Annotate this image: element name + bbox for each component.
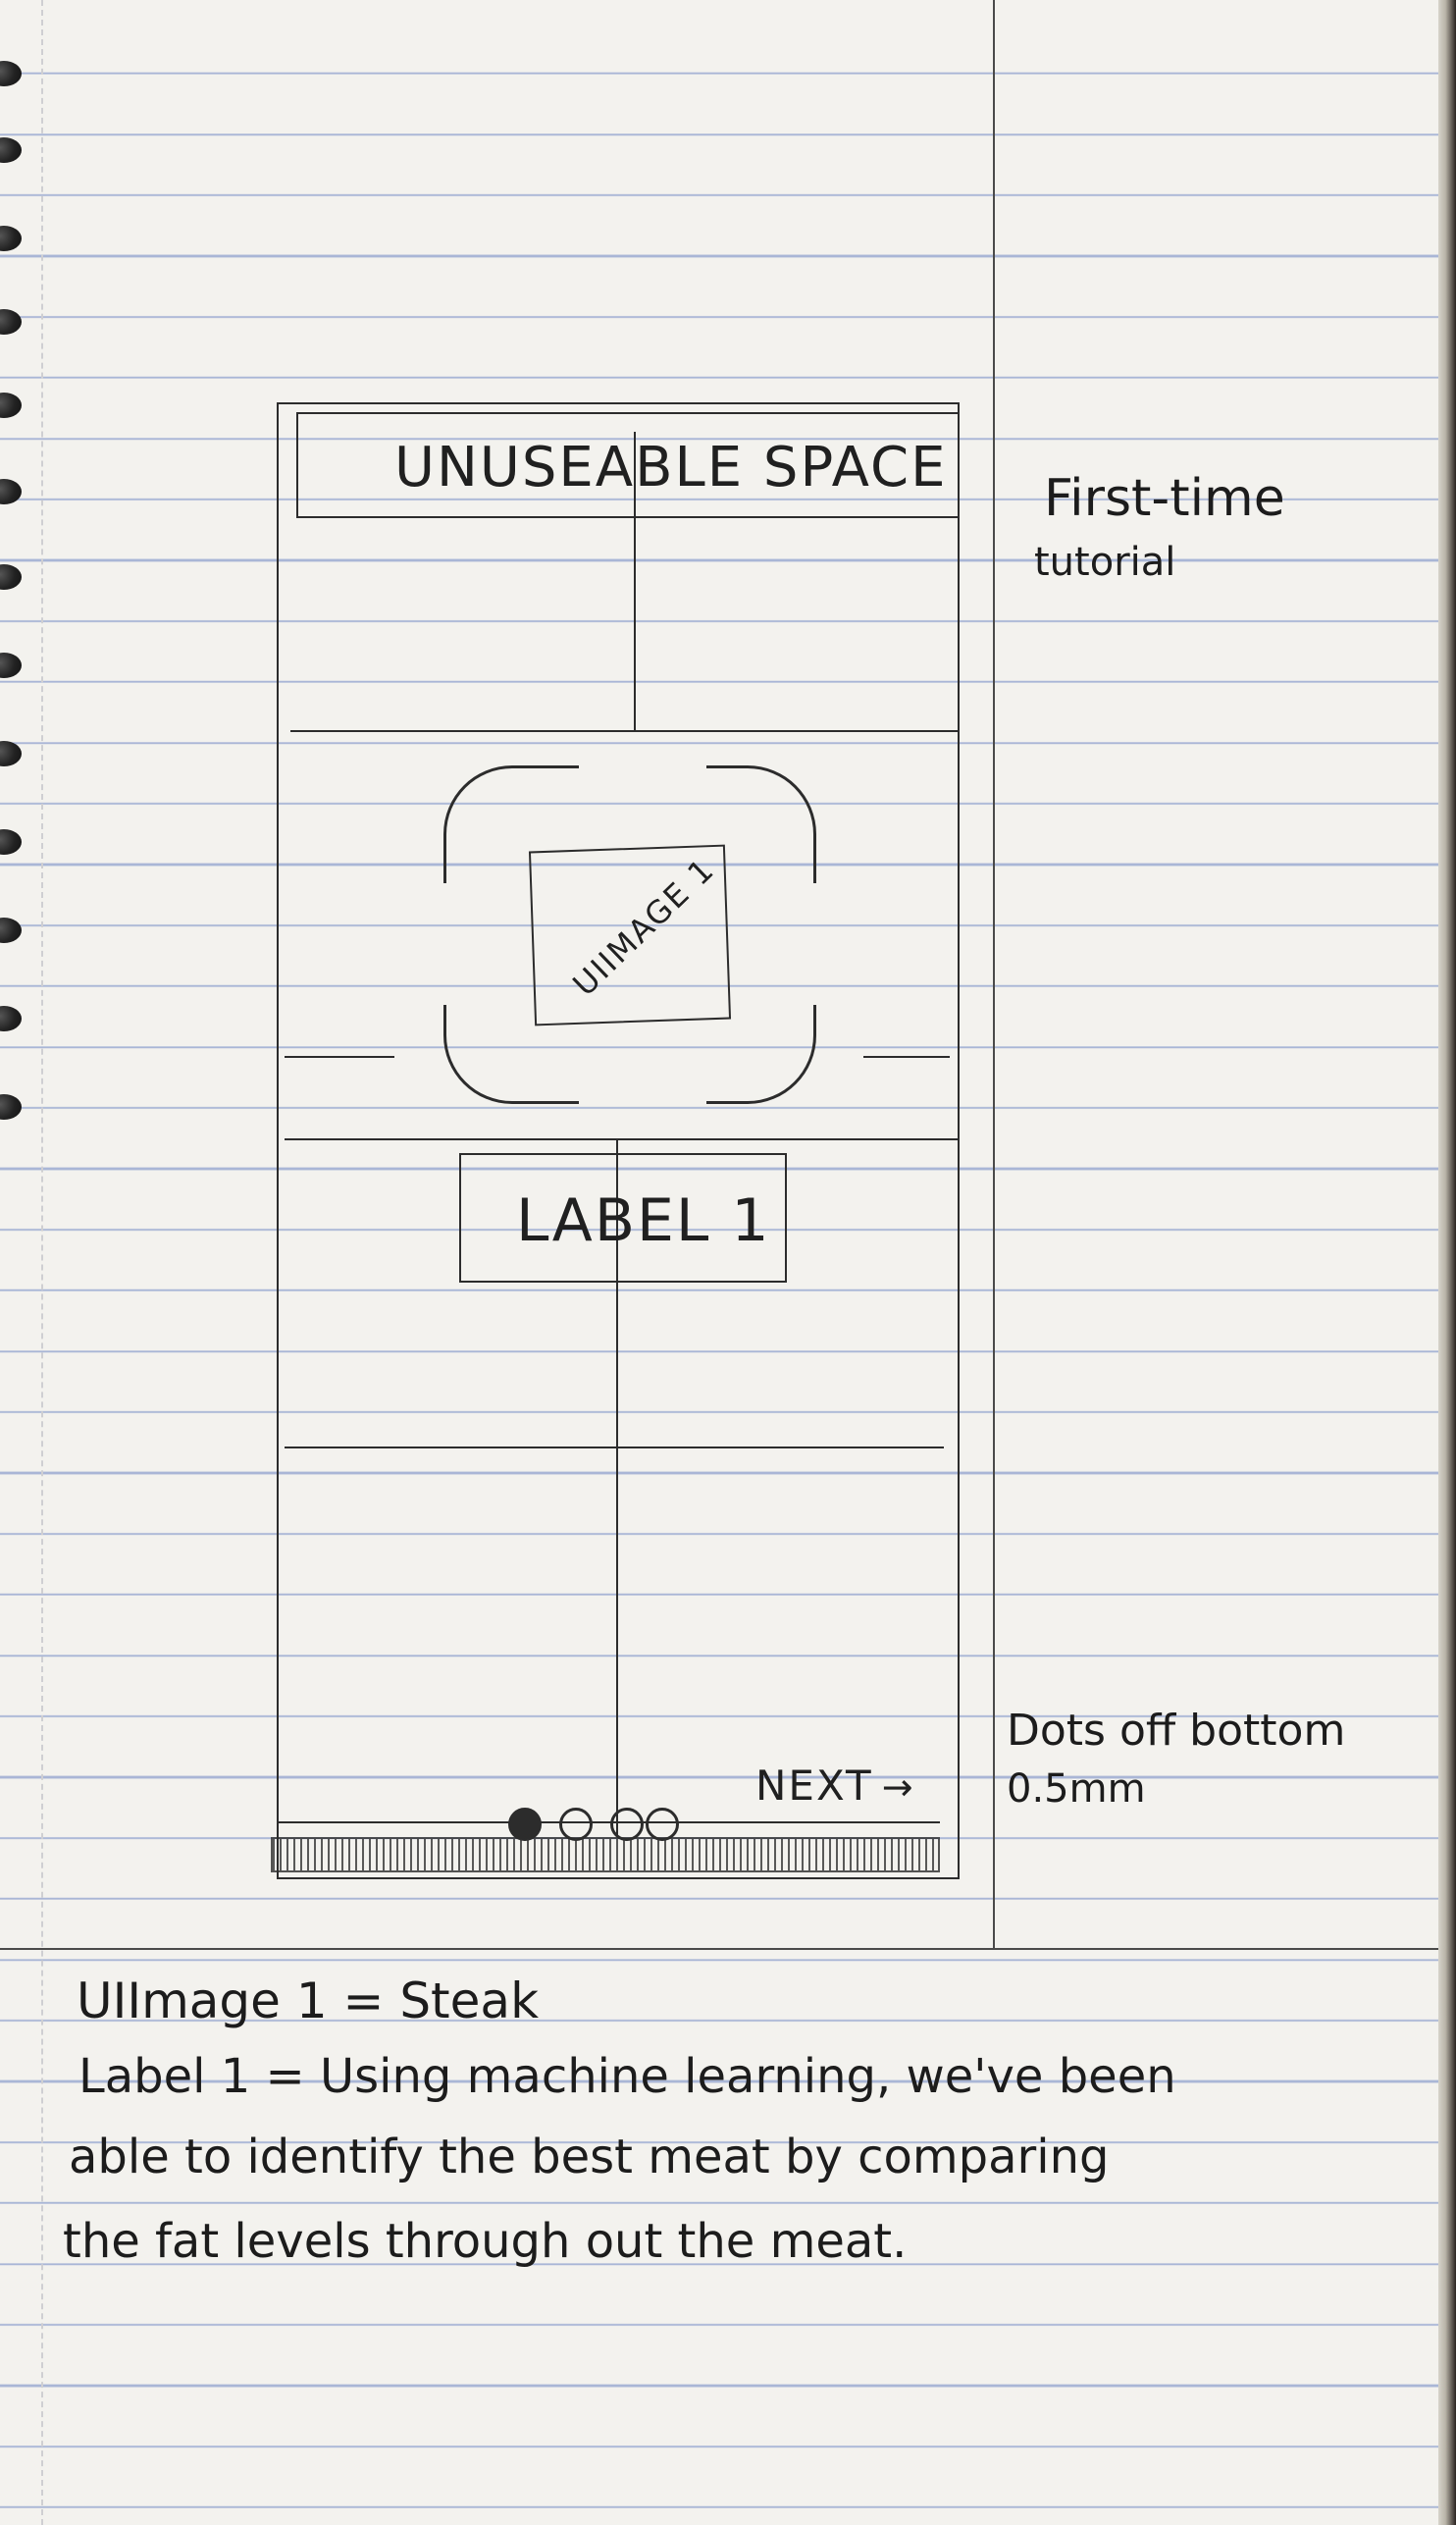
corner-bracket (706, 1005, 816, 1104)
notes-line-3: able to identify the best meat by compar… (69, 2130, 1110, 2184)
arrow-right-icon: → (881, 1765, 915, 1809)
spiral-ring (0, 1094, 22, 1120)
dots-note-line2: 0.5mm (1007, 1766, 1146, 1812)
spiral-ring (0, 741, 22, 766)
spiral-ring (0, 393, 22, 418)
spiral-ring (0, 1006, 22, 1031)
unusable-space-box: UNUSEABLE SPACE (296, 412, 960, 518)
spiral-ring (0, 309, 22, 335)
section-divider (285, 1138, 960, 1140)
ui-image-placeholder: UIIMAGE 1 (443, 765, 816, 1104)
section-divider (277, 1821, 940, 1823)
spiral-ring (0, 479, 22, 504)
spiral-ring (0, 226, 22, 251)
page-dot[interactable] (559, 1808, 593, 1841)
right-column-divider (993, 0, 995, 1948)
spiral-ring (0, 61, 22, 86)
notebook-page: UNUSEABLE SPACE UIIMAGE 1 LABEL 1 NEXT →… (0, 0, 1438, 2525)
next-label: NEXT (755, 1762, 873, 1810)
notes-line-2: Label 1 = Using machine learning, we've … (78, 2049, 1176, 2104)
page-dot[interactable] (610, 1808, 644, 1841)
page-dot[interactable] (646, 1808, 679, 1841)
page-stack-edge (1438, 0, 1456, 2525)
notes-line-1: UIImage 1 = Steak (77, 1973, 540, 2029)
spiral-ring (0, 653, 22, 678)
notes-divider (0, 1948, 1438, 1950)
next-button[interactable]: NEXT → (755, 1762, 915, 1810)
unusable-space-label: UNUSEABLE SPACE (394, 436, 948, 500)
dots-note-line1: Dots off bottom (1007, 1706, 1346, 1756)
image-frame: UIIMAGE 1 (528, 844, 732, 1026)
section-divider (285, 1447, 944, 1448)
label1-box: LABEL 1 (459, 1153, 787, 1283)
notes-line-4: the fat levels through out the meat. (63, 2214, 908, 2269)
phone-frame (277, 402, 960, 1879)
section-divider (290, 730, 960, 732)
spiral-ring (0, 918, 22, 943)
tutorial-note-line1: First-time (1044, 469, 1285, 528)
spiral-ring (0, 137, 22, 163)
home-indicator-strip (271, 1837, 940, 1872)
page-dot[interactable] (508, 1808, 542, 1841)
label1-text: LABEL 1 (516, 1186, 771, 1255)
guide-tick (285, 1056, 394, 1058)
spiral-ring (0, 829, 22, 855)
tutorial-note-line2: tutorial (1034, 540, 1176, 585)
guide-tick (863, 1056, 950, 1058)
center-guide-top (634, 432, 636, 731)
margin-line (41, 0, 43, 2525)
spiral-ring (0, 564, 22, 590)
image-label: UIIMAGE 1 (565, 850, 722, 1004)
